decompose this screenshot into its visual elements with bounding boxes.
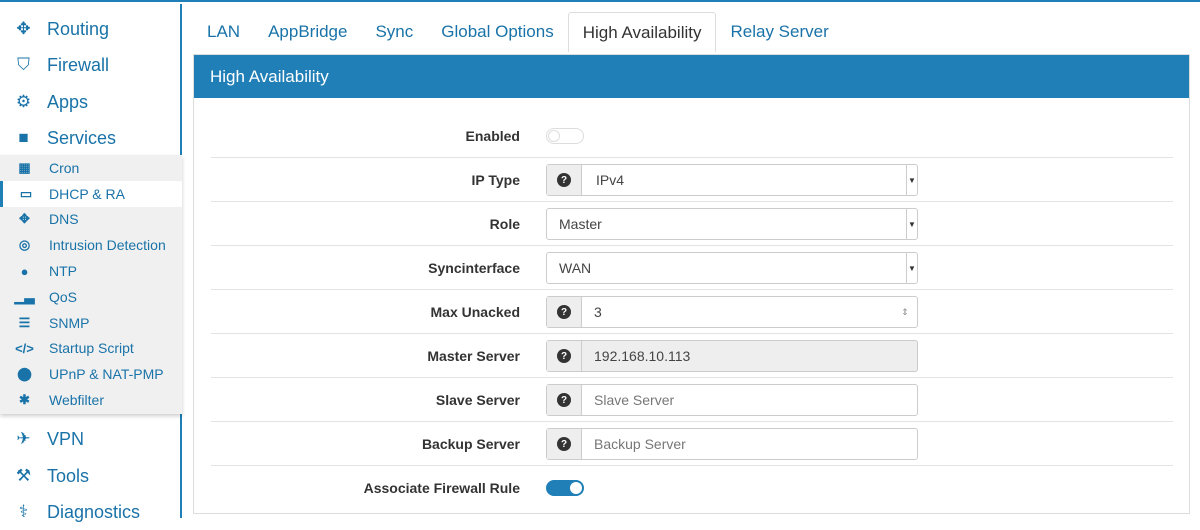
tab-lan[interactable]: LAN — [193, 12, 254, 52]
submenu-webfilter[interactable]: ✱ Webfilter — [0, 387, 182, 413]
help-icon[interactable]: ? — [557, 393, 571, 407]
help-icon[interactable]: ? — [557, 349, 571, 363]
max-unacked-input[interactable]: ? 3 ⇕ — [546, 296, 918, 328]
submenu-ntp[interactable]: ● NTP — [0, 258, 182, 284]
code-icon: </> — [15, 340, 34, 356]
spinner-icon[interactable]: ⇕ — [893, 297, 917, 327]
row-role: Role Master ▼ — [211, 202, 1173, 246]
submenu-qos[interactable]: ▁▃ QoS — [0, 284, 182, 310]
backup-server-input[interactable]: ? Backup Server — [546, 428, 918, 460]
gears-icon: ⚙ — [15, 92, 32, 111]
row-master-server: Master Server? 192.168.10.113 — [211, 334, 1173, 378]
tab-sync[interactable]: Sync — [361, 12, 427, 52]
calendar-icon: ▦ — [18, 159, 31, 175]
submenu-dns[interactable]: ✥ DNS — [0, 207, 182, 233]
hammer-icon: ⚒ — [15, 466, 32, 485]
ip-type-select[interactable]: ? IPv4 ▼ — [546, 164, 918, 196]
high-availability-panel: High Availability Enabled IP Type? IPv4 ▼ … — [193, 54, 1190, 514]
asterisk-icon: ✱ — [19, 392, 30, 408]
help-icon[interactable]: ? — [557, 437, 571, 451]
enabled-toggle[interactable] — [546, 128, 584, 144]
role-select[interactable]: Master ▼ — [546, 208, 918, 240]
services-submenu: ▦ Cron ▭ DHCP & RA ✥ DNS ◎ Intrusion Detecti… — [0, 155, 182, 414]
sidebar: ✥ Routing ⛉ Firewall ⚙ Apps ■ Services ▦ Cron… — [0, 4, 182, 522]
laptop-icon: ▭ — [19, 185, 33, 201]
stethoscope-icon: ⚕ — [18, 502, 29, 521]
menu-routing[interactable]: ✥ Routing — [0, 11, 180, 47]
tab-relay-server[interactable]: Relay Server — [716, 12, 842, 52]
submenu-startup-script[interactable]: </> Startup Script — [0, 336, 182, 362]
master-server-input: ? 192.168.10.113 — [546, 340, 918, 372]
help-icon[interactable]: ? — [557, 173, 571, 187]
clock-icon: ● — [20, 263, 29, 279]
submenu-upnp[interactable]: ⬤ UPnP & NAT-PMP — [0, 361, 182, 387]
tab-high-availability[interactable]: High Availability — [567, 12, 717, 52]
shield-icon: ⛉ — [17, 55, 30, 74]
menu-diagnostics[interactable]: ⚕ Diagnostics — [0, 494, 180, 530]
chevron-down-icon: ▼ — [906, 253, 917, 283]
menu-vpn[interactable]: ✈ VPN — [0, 421, 180, 457]
row-associate-firewall-rule: Associate Firewall Rule — [211, 466, 1173, 510]
target-icon: ◎ — [18, 237, 31, 253]
submenu-snmp[interactable]: ☰ SNMP — [0, 310, 182, 336]
chevron-down-icon: ▼ — [906, 165, 917, 195]
menu-services[interactable]: ■ Services — [0, 120, 180, 156]
syncinterface-select[interactable]: WAN ▼ — [546, 252, 918, 284]
bar-chart-icon: ▁▃ — [14, 288, 35, 304]
associate-firewall-rule-toggle[interactable] — [546, 480, 584, 496]
submenu-intrusion-detection[interactable]: ◎ Intrusion Detection — [0, 232, 182, 258]
arrows-icon: ✥ — [16, 19, 31, 38]
row-syncinterface: Syncinterface WAN ▼ — [211, 246, 1173, 290]
tab-global-options[interactable]: Global Options — [427, 12, 567, 52]
map-marker-icon: ⬤ — [17, 366, 32, 382]
row-max-unacked: Max Unacked? 3 ⇕ — [211, 290, 1173, 334]
row-slave-server: Slave Server? Slave Server — [211, 378, 1173, 422]
menu-apps[interactable]: ⚙ Apps — [0, 84, 180, 120]
submenu-dhcp[interactable]: ▭ DHCP & RA — [0, 180, 182, 207]
plane-icon: ✈ — [16, 429, 31, 448]
tab-bar: LAN AppBridge Sync Global Options High A… — [193, 12, 843, 52]
submenu-cron[interactable]: ▦ Cron — [0, 155, 182, 181]
slave-server-input[interactable]: ? Slave Server — [546, 384, 918, 416]
server-icon: ☰ — [18, 314, 31, 330]
tab-appbridge[interactable]: AppBridge — [254, 12, 361, 52]
row-ip-type: IP Type? IPv4 ▼ — [211, 158, 1173, 202]
menu-firewall[interactable]: ⛉ Firewall — [0, 47, 180, 83]
menu-tools[interactable]: ⚒ Tools — [0, 458, 180, 494]
row-backup-server: Backup Server? Backup Server — [211, 422, 1173, 466]
help-icon[interactable]: ? — [557, 305, 571, 319]
arrows-icon: ✥ — [19, 211, 30, 227]
briefcase-icon: ■ — [18, 128, 29, 147]
chevron-down-icon: ▼ — [906, 209, 917, 239]
panel-title: High Availability — [194, 55, 1189, 98]
row-enabled: Enabled — [211, 114, 1173, 158]
